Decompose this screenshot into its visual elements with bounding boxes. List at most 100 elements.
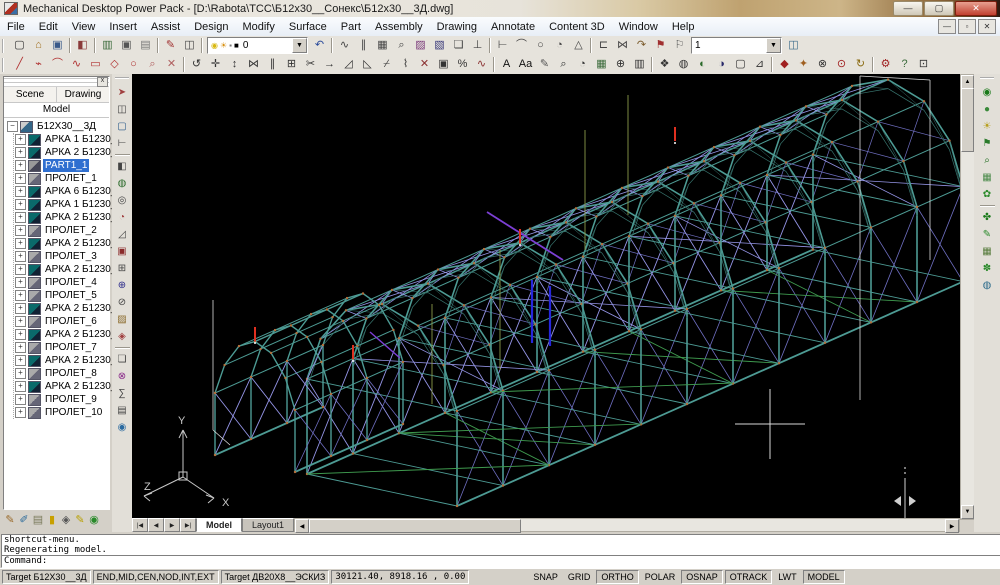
menu-insert[interactable]: Insert [102,19,144,35]
dim-angle-icon[interactable]: △ [569,37,588,54]
horizontal-scrollbar[interactable]: ◀ ▶ [294,518,960,532]
zoom-icon[interactable]: ⌕ [143,56,162,73]
scroll-down-icon[interactable]: ▼ [961,505,974,519]
erase2-icon[interactable]: ✕ [162,56,181,73]
edit-text-icon[interactable]: ✎ [535,56,554,73]
menu-window[interactable]: Window [612,19,665,35]
tree-expand-toggle[interactable]: + [15,368,26,379]
sketch-view-icon[interactable]: ◫ [113,101,131,118]
tree-expand-toggle[interactable]: + [15,407,26,418]
tab-model[interactable]: Model [4,103,109,118]
sketch-icon[interactable]: ∿ [335,37,354,54]
toggle-ortho[interactable]: ORTHO [596,570,638,584]
assembly2-icon[interactable]: ❏ [113,351,131,368]
tree-item[interactable]: +АРКА 2 Б1230_4 [15,263,109,276]
constraint2-icon[interactable]: ⊗ [113,368,131,385]
tree-expand-toggle[interactable]: + [15,264,26,275]
ucs-tool-icon[interactable]: ⊿ [750,56,769,73]
combine-icon[interactable]: ⊕ [113,277,131,294]
menu-edit[interactable]: Edit [32,19,65,35]
layers2-icon[interactable]: ❏ [449,37,468,54]
panel-header[interactable]: x [4,77,109,87]
toggle-lwt[interactable]: LWT [774,571,800,583]
tree-item[interactable]: +ПРОЛЕТ_8 [15,367,109,380]
toggle-grid[interactable]: GRID [564,571,595,583]
join-icon[interactable]: ⌇ [396,56,415,73]
menu-part[interactable]: Part [334,19,368,35]
redline-icon[interactable]: ✐ [17,512,31,529]
tree-item-root[interactable]: −Б12Х30__3Д [7,120,109,133]
background-icon[interactable]: ▦ [978,169,996,186]
scroll-left-icon[interactable]: ◀ [295,519,309,533]
tree-expand-toggle[interactable]: + [15,186,26,197]
constraint-icon[interactable]: ⊗ [813,56,832,73]
leaf-icon[interactable]: ✽ [978,260,996,277]
chamfer-icon[interactable]: ◺ [358,56,377,73]
undo-icon[interactable]: ↶ [310,37,329,54]
tree-expand-toggle[interactable]: + [15,199,26,210]
extend-icon[interactable]: → [320,56,339,73]
tab-scene[interactable]: Scene [4,87,57,102]
render2-icon[interactable]: ◉ [978,84,996,101]
tree-expand-toggle[interactable]: + [15,394,26,405]
dim-circle-icon[interactable]: ○ [531,37,550,54]
zoom-window-icon[interactable]: ⌕ [554,56,573,73]
tree-expand-toggle[interactable]: + [15,329,26,340]
frame-icon[interactable]: ⊏ [594,37,613,54]
dim-h-icon[interactable]: ⊢ [493,37,512,54]
spline-icon[interactable]: ∿ [67,56,86,73]
select-icon[interactable]: ➤ [113,84,131,101]
scale-icon[interactable]: % [453,56,472,73]
notes-icon[interactable]: ▧ [430,37,449,54]
stretch-icon[interactable]: ↕ [225,56,244,73]
toolbar-grip[interactable] [2,39,7,53]
tree2-icon[interactable]: ✤ [978,209,996,226]
edit-green-icon[interactable]: ✎ [978,226,996,243]
menu-content-3d[interactable]: Content 3D [542,19,612,35]
menu-assembly[interactable]: Assembly [368,19,430,35]
update-icon[interactable]: ↻ [851,56,870,73]
close-button[interactable]: ✕ [955,1,997,16]
tree-expand-toggle[interactable]: + [15,277,26,288]
tree-item[interactable]: +АРКА 1 Б1230_2 [15,198,109,211]
table-icon[interactable]: ▦ [373,37,392,54]
split-icon[interactable]: ⊘ [113,294,131,311]
scene2-icon[interactable]: ⚑ [978,135,996,152]
shell-icon[interactable]: ▣ [113,243,131,260]
menu-view[interactable]: View [65,19,103,35]
mdi-minimize-button[interactable]: — [938,19,956,34]
hole-icon[interactable]: ◎ [113,192,131,209]
options-icon[interactable]: ⚙ [876,56,895,73]
fillet-icon[interactable]: ◿ [339,56,358,73]
toolbar-grip[interactable] [115,77,129,82]
erase-icon[interactable]: ✕ [415,56,434,73]
tree-expand-toggle[interactable]: + [15,147,26,158]
tree-expand-toggle[interactable]: + [15,134,26,145]
lights-icon[interactable]: ☀ [978,118,996,135]
tab-first-icon[interactable]: |◀ [132,518,148,532]
tab-prev-icon[interactable]: ◀ [148,518,164,532]
orbit-icon[interactable]: ◍ [674,56,693,73]
open-icon[interactable]: ⌂ [29,37,48,54]
toolbar-grip[interactable] [2,58,7,72]
tree-item[interactable]: +АРКА 2 Б1230_6 [15,302,109,315]
help2-icon[interactable]: ? [895,56,914,73]
palette-icon[interactable]: ▨ [411,37,430,54]
circle-icon[interactable]: ○ [124,56,143,73]
new-icon[interactable]: ▢ [10,37,29,54]
array-icon[interactable]: ⊞ [282,56,301,73]
tree-item[interactable]: +ПРОЛЕТ_3 [15,250,109,263]
text-icon[interactable]: A [497,56,516,73]
print-icon[interactable]: ◫ [180,37,199,54]
pedit-icon[interactable]: ∿ [472,56,491,73]
layer-combo[interactable]: ◉☀▪■ 0 ▼ [207,37,308,54]
polygon-icon[interactable]: ◇ [105,56,124,73]
scale-combo-arrow-icon[interactable]: ▼ [766,38,781,53]
tree-item[interactable]: +ПРОЛЕТ_5 [15,289,109,302]
calc-icon[interactable]: ▦ [978,243,996,260]
plot-style-icon[interactable]: ◧ [73,37,92,54]
named-views-icon[interactable]: ◫ [784,37,803,54]
copy-icon[interactable]: ▣ [117,37,136,54]
menu-annotate[interactable]: Annotate [484,19,542,35]
menu-assist[interactable]: Assist [144,19,187,35]
